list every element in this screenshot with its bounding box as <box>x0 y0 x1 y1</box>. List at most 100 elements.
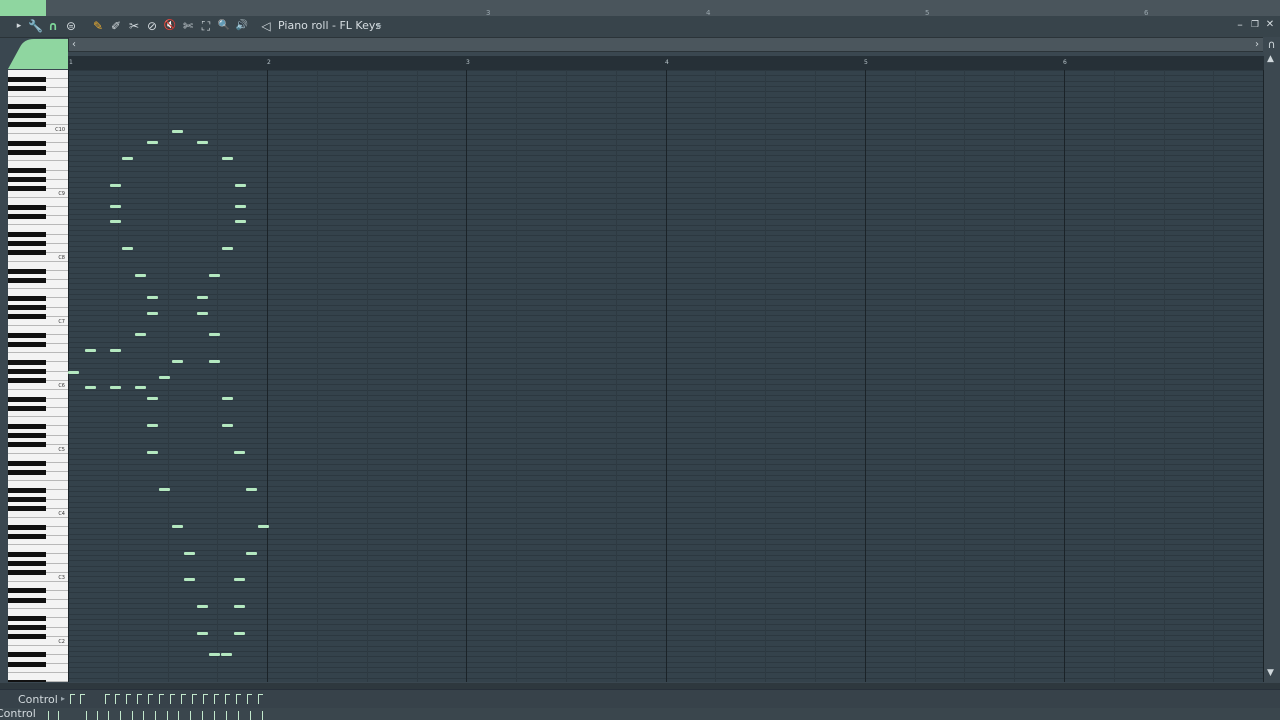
piano-black-key[interactable] <box>8 213 46 219</box>
scroll-down-icon[interactable]: ▼ <box>1267 668 1274 678</box>
velocity-bar[interactable] <box>181 694 182 704</box>
midi-note[interactable] <box>159 376 170 379</box>
piano-black-key[interactable] <box>8 588 46 594</box>
control-label[interactable]: Control <box>18 693 58 706</box>
velocity-bar[interactable] <box>167 711 168 720</box>
velocity-bar[interactable] <box>70 694 71 704</box>
velocity-bar[interactable] <box>115 694 116 704</box>
piano-black-key[interactable] <box>8 378 46 384</box>
scroll-left-icon[interactable]: ‹ <box>72 38 76 51</box>
midi-note[interactable] <box>110 386 121 389</box>
title-menu-arrow-icon[interactable]: ▸ <box>377 19 382 33</box>
velocity-bar[interactable] <box>258 694 259 704</box>
piano-black-key[interactable] <box>8 570 46 576</box>
piano-black-key[interactable] <box>8 551 46 557</box>
horizontal-scroll-row[interactable]: ‹ › <box>68 37 1264 52</box>
piano-black-key[interactable] <box>8 469 46 475</box>
midi-note[interactable] <box>197 296 208 299</box>
velocity-bar[interactable] <box>80 694 81 704</box>
restore-button[interactable]: ❐ <box>1249 19 1261 31</box>
piano-black-key[interactable] <box>8 113 46 119</box>
playback-icon[interactable]: ◁ <box>259 19 273 33</box>
piano-black-key[interactable] <box>8 506 46 512</box>
velocity-bar[interactable] <box>214 694 215 704</box>
mute-icon[interactable]: ⊘ <box>145 19 159 33</box>
piano-black-key[interactable] <box>8 359 46 365</box>
menu-arrow-icon[interactable]: ▸ <box>12 19 26 33</box>
piano-black-key[interactable] <box>8 168 46 174</box>
midi-note[interactable] <box>147 296 158 299</box>
piano-black-key[interactable] <box>8 561 46 567</box>
midi-note[interactable] <box>184 578 195 581</box>
midi-note[interactable] <box>235 220 246 223</box>
midi-note[interactable] <box>209 653 220 656</box>
midi-note[interactable] <box>159 488 170 491</box>
midi-note[interactable] <box>197 605 208 608</box>
midi-note[interactable] <box>234 451 245 454</box>
piano-black-key[interactable] <box>8 314 46 320</box>
snap-magnet-icon[interactable]: ∩ <box>1263 37 1280 52</box>
midi-note[interactable] <box>135 333 146 336</box>
piano-black-key[interactable] <box>8 497 46 503</box>
velocity-bar[interactable] <box>132 711 133 720</box>
midi-note[interactable] <box>197 632 208 635</box>
velocity-bar[interactable] <box>203 694 204 704</box>
midi-note[interactable] <box>147 397 158 400</box>
note-grid[interactable] <box>68 70 1264 682</box>
midi-note[interactable] <box>85 386 96 389</box>
velocity-bar[interactable] <box>238 711 239 720</box>
velocity-bar[interactable] <box>170 694 171 704</box>
bar-ruler[interactable]: 1 2 3 4 5 6 <box>68 56 1264 70</box>
piano-black-key[interactable] <box>8 524 46 530</box>
midi-note[interactable] <box>135 386 146 389</box>
control-menu-arrow-icon[interactable]: ▸ <box>61 694 65 703</box>
velocity-bar[interactable] <box>247 694 248 704</box>
midi-note[interactable] <box>135 274 146 277</box>
midi-note[interactable] <box>234 578 245 581</box>
piano-black-key[interactable] <box>8 625 46 631</box>
midi-note[interactable] <box>209 333 220 336</box>
velocity-bar[interactable] <box>143 711 144 720</box>
piano-black-key[interactable] <box>8 433 46 439</box>
piano-black-key[interactable] <box>8 615 46 621</box>
piano-black-key[interactable] <box>8 661 46 667</box>
piano-black-key[interactable] <box>8 296 46 301</box>
midi-note[interactable] <box>246 552 257 555</box>
scroll-up-icon[interactable]: ▲ <box>1267 54 1274 64</box>
piano-black-key[interactable] <box>8 104 46 110</box>
midi-note[interactable] <box>147 312 158 315</box>
zoom-icon[interactable]: 🔍 <box>217 19 231 33</box>
wrench-icon[interactable]: 🔧 <box>28 19 43 33</box>
midi-note[interactable] <box>184 552 195 555</box>
brush-icon[interactable]: ✐ <box>109 19 123 33</box>
magnet-icon[interactable]: ∩ <box>46 19 60 33</box>
midi-note[interactable] <box>172 130 183 133</box>
piano-black-key[interactable] <box>8 241 46 247</box>
vertical-scrollbar[interactable]: ▲ ▼ <box>1264 52 1280 688</box>
control-lane[interactable]: Control ▸ <box>0 689 1280 709</box>
piano-keyboard[interactable]: C10 C9 C8 C7 C6 C5 C4 C3 C2 <box>8 70 68 682</box>
velocity-bar[interactable] <box>97 711 98 720</box>
piano-black-key[interactable] <box>8 250 46 256</box>
velocity-bar[interactable] <box>159 694 160 704</box>
velocity-bar[interactable] <box>155 711 156 720</box>
piano-black-key[interactable] <box>8 341 46 347</box>
velocity-bar[interactable] <box>226 711 227 720</box>
midi-note[interactable] <box>209 274 220 277</box>
velocity-bar[interactable] <box>86 711 87 720</box>
piano-black-key[interactable] <box>8 597 46 603</box>
piano-black-key[interactable] <box>8 177 46 183</box>
midi-note[interactable] <box>147 141 158 144</box>
velocity-bar[interactable] <box>148 694 149 704</box>
piano-black-key[interactable] <box>8 634 46 640</box>
midi-note[interactable] <box>147 424 158 427</box>
select-icon[interactable]: ⛶ <box>199 19 213 33</box>
piano-black-key[interactable] <box>8 396 46 402</box>
piano-black-key[interactable] <box>8 369 46 375</box>
midi-note[interactable] <box>110 349 121 352</box>
piano-roll-corner-tab[interactable] <box>8 37 68 69</box>
piano-black-key[interactable] <box>8 85 46 91</box>
midi-note[interactable] <box>221 653 232 656</box>
midi-note[interactable] <box>172 525 183 528</box>
midi-note[interactable] <box>246 488 257 491</box>
